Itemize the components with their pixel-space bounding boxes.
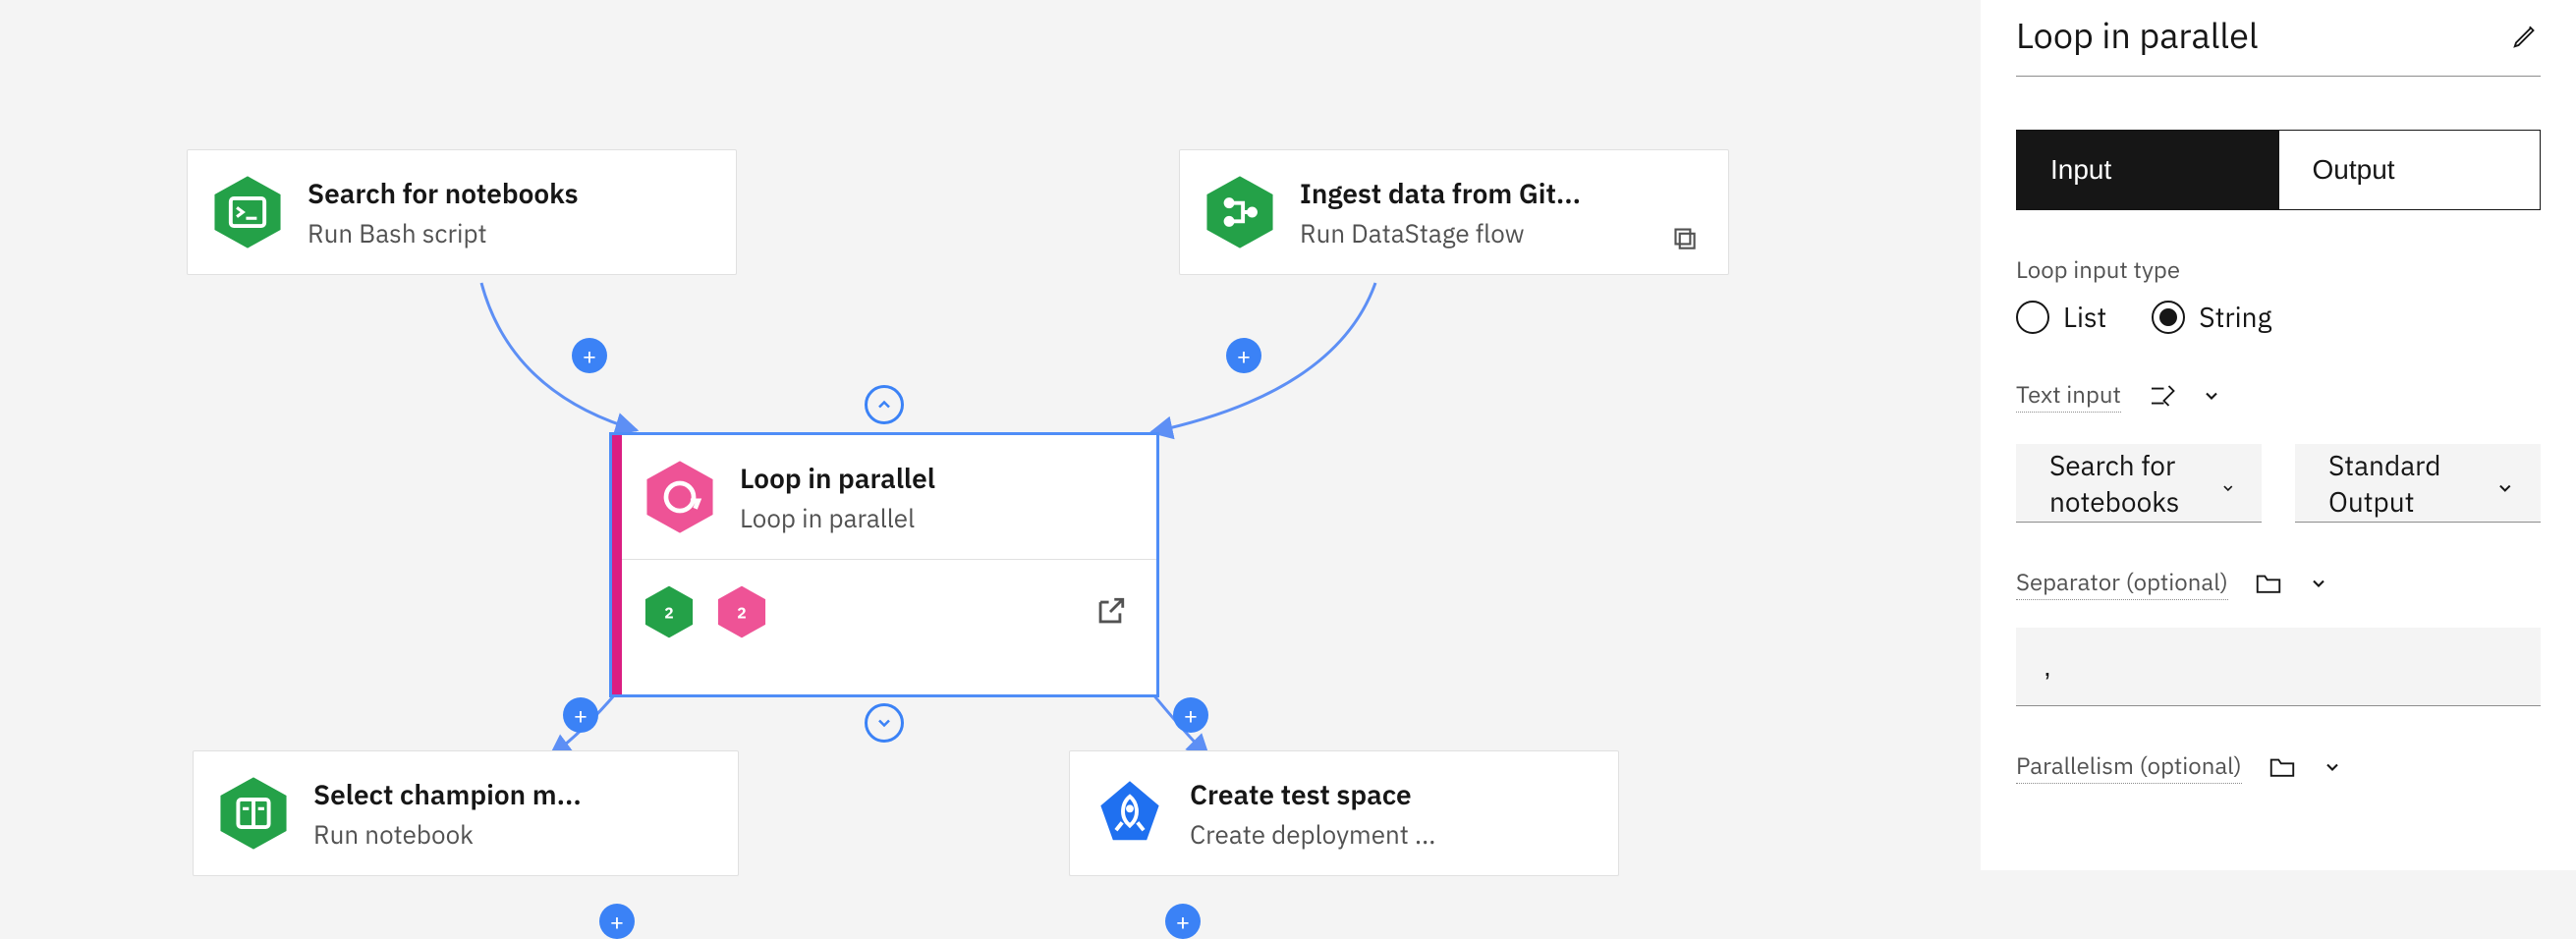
node-subtitle: Run Bash script (308, 217, 579, 250)
chevron-down-icon[interactable] (2323, 757, 2342, 777)
node-search-for-notebooks[interactable]: Search for notebooks Run Bash script (187, 149, 737, 275)
add-node-on-edge-button[interactable] (563, 697, 598, 733)
add-node-on-edge-button[interactable] (572, 338, 607, 373)
io-toggle: Input Output (2016, 130, 2541, 210)
collapse-up-icon[interactable] (865, 385, 904, 424)
flow-icon (1202, 174, 1278, 250)
node-title: Ingest data from Git... (1300, 175, 1581, 211)
node-subtitle: Run notebook (313, 818, 582, 852)
radio-string[interactable]: String (2152, 299, 2271, 335)
node-subtitle: Loop in parallel (740, 502, 935, 535)
loop-input-type-label: Loop input type (2016, 253, 2541, 285)
add-node-on-edge-button[interactable] (1173, 697, 1208, 733)
node-title: Create test space (1190, 776, 1435, 812)
expand-down-icon[interactable] (865, 703, 904, 743)
text-input-label: Text input (2016, 378, 2121, 413)
chevron-down-icon[interactable] (2202, 386, 2221, 406)
edit-title-button[interactable] (2511, 21, 2541, 50)
svg-text:2: 2 (737, 603, 746, 623)
tab-output[interactable]: Output (2278, 131, 2541, 209)
rocket-icon (1092, 775, 1168, 852)
radio-unchecked-icon (2016, 301, 2049, 334)
add-node-on-edge-button[interactable] (1226, 338, 1261, 373)
svg-text:2: 2 (664, 603, 673, 623)
loop-badge-green: 2 (642, 584, 697, 639)
node-loop-in-parallel[interactable]: Loop in parallel Loop in parallel 2 2 (609, 432, 1159, 697)
chevron-down-icon (2495, 471, 2515, 495)
node-title: Loop in parallel (740, 460, 935, 496)
node-ingest-data-from-git[interactable]: Ingest data from Git... Run DataStage fl… (1179, 149, 1729, 275)
node-title: Select champion m... (313, 776, 582, 812)
chevron-down-icon (2220, 471, 2236, 495)
properties-panel: Loop in parallel Input Output Loop input… (1981, 0, 2576, 870)
radio-string-label: String (2199, 299, 2271, 335)
panel-title: Loop in parallel (2016, 12, 2259, 58)
loop-badge-pink: 2 (714, 584, 769, 639)
source-output-value: Standard Output (2328, 447, 2495, 520)
variable-picker-icon[interactable] (2147, 381, 2176, 411)
node-title: Search for notebooks (308, 175, 579, 211)
separator-label: Separator (optional) (2016, 566, 2228, 600)
notebook-icon (215, 775, 292, 852)
source-node-value: Search for notebooks (2049, 447, 2220, 520)
folder-icon[interactable] (2254, 569, 2283, 598)
node-subtitle: Run DataStage flow (1300, 217, 1581, 250)
radio-list-label: List (2063, 299, 2106, 335)
node-subtitle: Create deployment ... (1190, 818, 1435, 852)
terminal-icon (209, 174, 286, 250)
node-create-test-space[interactable]: Create test space Create deployment ... (1069, 750, 1619, 876)
radio-checked-icon (2152, 301, 2185, 334)
radio-list[interactable]: List (2016, 299, 2106, 335)
tab-input[interactable]: Input (2017, 131, 2278, 209)
source-output-dropdown[interactable]: Standard Output (2295, 444, 2541, 523)
source-node-dropdown[interactable]: Search for notebooks (2016, 444, 2262, 523)
subflow-icon (1667, 221, 1701, 254)
open-external-icon[interactable] (1093, 595, 1127, 629)
add-node-on-edge-button[interactable] (1165, 904, 1201, 939)
parallelism-label: Parallelism (optional) (2016, 749, 2242, 784)
loop-icon (642, 459, 718, 535)
add-node-on-edge-button[interactable] (599, 904, 635, 939)
separator-input[interactable] (2016, 628, 2541, 706)
chevron-down-icon[interactable] (2309, 574, 2328, 593)
node-select-champion-model[interactable]: Select champion m... Run notebook (193, 750, 739, 876)
pipeline-canvas[interactable]: Search for notebooks Run Bash script Ing… (0, 0, 1981, 870)
pencil-icon (2511, 21, 2541, 50)
folder-icon[interactable] (2268, 752, 2297, 782)
